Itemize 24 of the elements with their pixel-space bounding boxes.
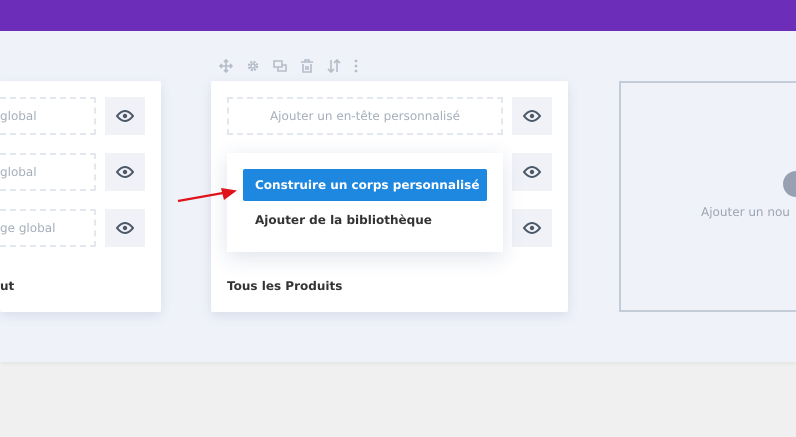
add-template-card[interactable]: Ajouter un nou	[619, 81, 796, 312]
visibility-button[interactable]	[105, 153, 145, 191]
eye-icon	[523, 166, 541, 178]
visibility-button[interactable]	[512, 209, 552, 247]
template-slot[interactable]: global	[0, 153, 96, 191]
template-slot[interactable]: global	[0, 97, 96, 135]
arrow-annotation	[177, 187, 239, 205]
eye-icon	[523, 222, 541, 234]
template-title: ut	[0, 279, 16, 293]
visibility-button[interactable]	[512, 97, 552, 135]
template-slot[interactable]: ge global	[0, 209, 96, 247]
template-title: Tous les Produits	[227, 279, 344, 293]
visibility-button[interactable]	[105, 97, 145, 135]
visibility-button[interactable]	[105, 209, 145, 247]
eye-icon	[116, 110, 134, 122]
eye-icon	[116, 166, 134, 178]
eye-icon	[523, 110, 541, 122]
menu-item[interactable]: Ajouter de la bibliothèque	[243, 204, 487, 236]
eye-icon	[116, 222, 134, 234]
plus-icon	[783, 171, 796, 197]
template-slot[interactable]: Ajouter un en-tête personnalisé	[227, 97, 503, 135]
menu-item[interactable]: Construire un corps personnalisé	[243, 169, 487, 201]
add-label: Ajouter un nou	[701, 205, 790, 219]
visibility-button[interactable]	[512, 153, 552, 191]
